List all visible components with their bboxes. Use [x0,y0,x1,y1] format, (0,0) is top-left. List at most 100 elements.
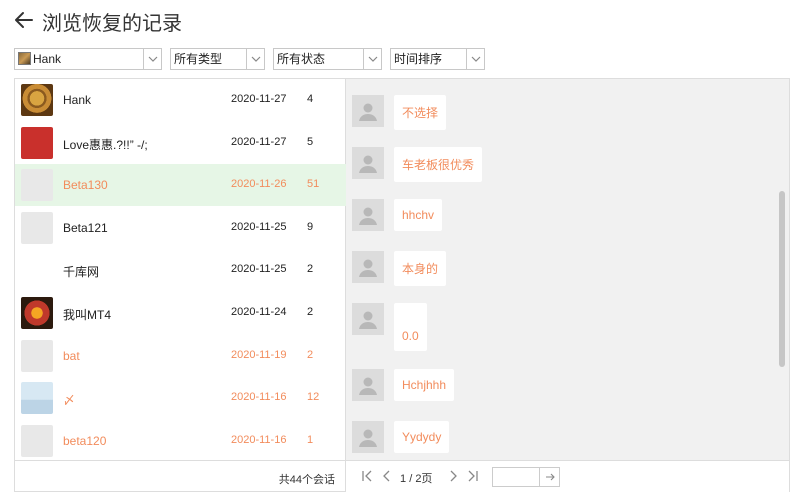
conversation-date: 2020-11-16 [231,391,287,404]
conversation-row[interactable]: beta120 2020-11-16 1 [15,420,346,462]
last-page-button[interactable] [466,469,480,483]
chevron-down-icon [148,56,157,62]
user-silhouette-icon [359,429,377,447]
conversation-row[interactable]: 我叫MT4 2020-11-24 2 [15,292,346,334]
user-avatar-icon [18,52,31,65]
message-panel: 不选择 车老板很优秀 hhchv 本身的 0.0 Hchjhhh Yydydy [346,78,790,460]
conversation-name: 千库网 [63,265,100,280]
conversation-count: 51 [307,178,320,191]
message-bubble: 不选择 [394,95,447,130]
user-silhouette-icon [359,311,377,329]
arrow-left-icon [15,12,33,28]
conversation-name: beta120 [63,433,107,448]
conversation-name: Love惠惠.?!!” -/; [63,137,148,152]
user-select-value: Hank [33,52,62,66]
conversation-avatar [21,382,53,415]
user-avatar [352,421,384,453]
conversation-count: 2 [307,263,314,276]
chevron-left-icon [383,470,390,482]
conversation-date: 2020-11-26 [231,178,287,191]
sort-select-value: 时间排序 [394,52,443,66]
user-avatar [352,95,384,127]
back-button[interactable] [12,8,36,32]
status-select[interactable]: 所有状态 [273,48,382,70]
filter-bar: Hank 所有类型 所有状态 时间排序 [0,48,800,70]
message-bubble: Yydydy [394,421,450,453]
message-bubble: 车老板很优秀 [394,147,483,182]
pagination-bar: 1 / 2页 [346,460,790,492]
chevron-down-icon [251,56,260,62]
page-separator: / [409,473,413,485]
sort-select[interactable]: 时间排序 [390,48,485,70]
conversation-date: 2020-11-24 [231,306,287,318]
last-page-icon [468,470,478,482]
conversation-count: 5 [307,135,314,148]
user-avatar [352,369,384,401]
page-title: 浏览恢复的记录 [42,11,182,35]
conversation-avatar [21,169,53,202]
user-avatar [352,251,384,283]
conversation-row[interactable]: Beta130 2020-11-26 51 [15,164,346,207]
user-silhouette-icon [359,259,377,277]
user-silhouette-icon [359,377,377,395]
conversation-date: 2020-11-27 [231,135,287,148]
conversation-count: 2 [307,348,314,361]
message-bubble: hhchv [394,199,443,231]
type-select-arrow[interactable] [246,49,264,69]
conversation-name: 我叫MT4 [63,308,112,322]
conversation-avatar [21,339,53,372]
message-bubble: 0.0 [394,303,427,351]
conversation-name: bat [63,348,80,363]
goto-page-input[interactable] [492,467,540,487]
conversation-date: 2020-11-16 [231,433,287,446]
prev-page-button[interactable] [380,469,394,483]
goto-page-button[interactable] [540,467,560,487]
page-indicator: 1 / 2页 [400,470,432,486]
arrow-right-icon [545,473,555,481]
user-select[interactable]: Hank [14,48,162,70]
conversation-avatar [21,84,53,116]
message-bubble: Hchjhhh [394,369,455,401]
conversation-date: 2020-11-19 [231,348,287,361]
conversation-count: 9 [307,220,314,233]
user-silhouette-icon [359,155,377,173]
type-select[interactable]: 所有类型 [170,48,265,70]
conversation-name: Hank [63,93,92,107]
conversation-date: 2020-11-25 [231,263,287,276]
conversation-avatar [21,211,53,244]
conversation-avatar [21,424,53,457]
user-avatar [352,147,384,179]
user-avatar [352,199,384,231]
conversation-row[interactable]: Love惠惠.?!!” -/; 2020-11-27 5 [15,122,346,164]
conversation-name: Beta130 [63,178,108,193]
type-select-value: 所有类型 [174,52,223,66]
chevron-down-icon [471,56,480,62]
conversation-list-footer: 共44个会话 [14,460,346,492]
conversation-count: 1 [307,433,314,446]
next-page-button[interactable] [446,469,460,483]
user-avatar [352,303,384,335]
conversation-row[interactable]: bat 2020-11-19 2 [15,335,346,377]
conversation-date: 2020-11-27 [231,93,287,105]
chevron-right-icon [450,470,457,482]
status-select-arrow[interactable] [363,49,381,69]
conversation-avatar [21,254,53,287]
conversation-avatar [21,126,53,159]
sort-select-arrow[interactable] [466,49,484,69]
conversation-count: 2 [307,306,314,318]
conversation-count: 12 [307,391,320,404]
current-page: 1 [400,473,407,485]
conversation-row[interactable]: Hank 2020-11-27 4 [15,79,346,121]
user-select-arrow[interactable] [143,49,161,69]
conversation-list: Hank 2020-11-27 4 Love惠惠.?!!” -/; 2020-11-27… [14,78,346,492]
conversation-row[interactable]: 千库网 2020-11-25 2 [15,249,346,291]
user-silhouette-icon [359,207,377,225]
conversation-row[interactable]: Beta121 2020-11-25 9 [15,207,346,249]
conversation-total: 共44个会话 [278,474,335,486]
status-select-value: 所有状态 [277,52,326,66]
conversation-date: 2020-11-25 [231,220,287,233]
message-scrollbar[interactable] [779,191,785,367]
first-page-icon [362,470,372,482]
conversation-row[interactable]: 〆 2020-11-16 12 [15,377,346,419]
first-page-button[interactable] [360,469,374,483]
